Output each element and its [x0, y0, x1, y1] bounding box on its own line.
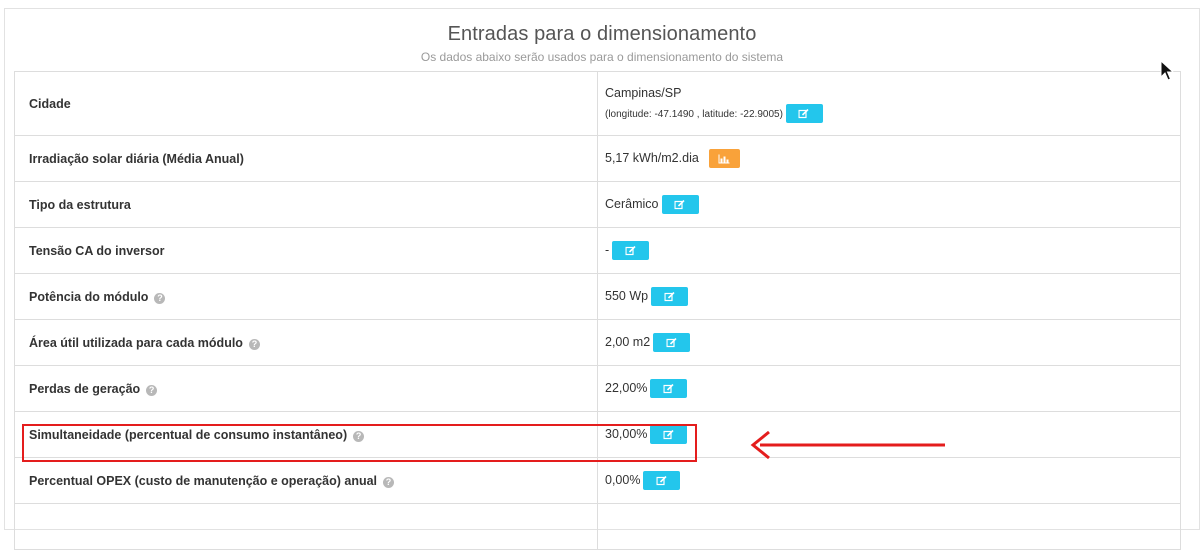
edit-icon [664, 291, 675, 301]
edit-icon [798, 108, 809, 118]
edit-icon [674, 199, 685, 209]
highlight-box [22, 424, 697, 462]
chart-icon [718, 154, 730, 163]
row-value: - [597, 227, 1181, 274]
help-icon[interactable]: ? [154, 292, 166, 304]
row-value: Cerâmico [597, 181, 1181, 228]
table-row [14, 503, 1181, 550]
edit-module-area-button[interactable] [653, 333, 691, 352]
row-value: Campinas/SP (longitude: -47.1490 , latit… [597, 71, 1181, 136]
row-value: 550 Wp [597, 273, 1181, 320]
irradiation-chart-button[interactable] [708, 149, 740, 168]
table-row: Perdas de geração? 22,00% [14, 365, 1181, 412]
row-label-text: Área útil utilizada para cada módulo [29, 335, 243, 350]
row-label: Tensão CA do inversor [14, 227, 598, 274]
row-label: Tipo da estrutura [14, 181, 598, 228]
edit-generation-losses-button[interactable] [650, 379, 688, 398]
edit-inverter-voltage-button[interactable] [612, 241, 650, 260]
mouse-cursor-icon [1160, 60, 1174, 81]
table-row: Área útil utilizada para cada módulo? 2,… [14, 319, 1181, 366]
row-label-text: Tensão CA do inversor [29, 243, 165, 258]
edit-module-power-button[interactable] [651, 287, 689, 306]
row-value [597, 503, 1181, 550]
edit-icon [656, 475, 667, 485]
row-label-text: Potência do módulo [29, 289, 149, 304]
module-power-value: 550 Wp [605, 288, 649, 303]
edit-structure-button[interactable] [661, 195, 699, 214]
row-label: Irradiação solar diária (Média Anual) [14, 135, 598, 182]
annotation-arrow-icon [750, 430, 945, 460]
row-label [14, 503, 598, 550]
inputs-table: Cidade Campinas/SP (longitude: -47.1490 … [14, 71, 1181, 550]
table-row: Irradiação solar diária (Média Anual) 5,… [14, 135, 1181, 182]
structure-value: Cerâmico [605, 196, 659, 211]
row-label-text: Cidade [29, 96, 71, 111]
table-row: Percentual OPEX (custo de manutenção e o… [14, 457, 1181, 504]
edit-icon [625, 245, 636, 255]
table-row: Tipo da estrutura Cerâmico [14, 181, 1181, 228]
inverter-voltage-value: - [605, 242, 610, 257]
row-label: Potência do módulo? [14, 273, 598, 320]
panel-title: Entradas para o dimensionamento [447, 23, 757, 45]
row-label-text: Percentual OPEX (custo de manutenção e o… [29, 473, 378, 488]
edit-city-button[interactable] [785, 104, 823, 123]
edit-icon [663, 383, 674, 393]
row-label-text: Irradiação solar diária (Média Anual) [29, 151, 244, 166]
row-value: 0,00% [597, 457, 1181, 504]
panel-heading: Entradas para o dimensionamento Os dados… [5, 23, 1199, 64]
row-label-text: Tipo da estrutura [29, 197, 131, 212]
row-value: 22,00% [597, 365, 1181, 412]
generation-losses-value: 22,00% [605, 380, 648, 395]
panel-subtitle: Os dados abaixo serão usados para o dime… [420, 50, 784, 64]
opex-value: 0,00% [605, 472, 641, 487]
row-label: Cidade [14, 71, 598, 136]
row-value: 2,00 m2 [597, 319, 1181, 366]
irradiation-value: 5,17 kWh/m2.dia [605, 150, 699, 165]
edit-icon [666, 337, 677, 347]
coordinates-text: (longitude: -47.1490 , latitude: -22.900… [605, 108, 783, 120]
module-area-value: 2,00 m2 [605, 334, 651, 349]
table-row: Potência do módulo? 550 Wp [14, 273, 1181, 320]
edit-opex-button[interactable] [643, 471, 681, 490]
help-icon[interactable]: ? [146, 384, 158, 396]
table-row: Tensão CA do inversor - [14, 227, 1181, 274]
help-icon[interactable]: ? [248, 338, 260, 350]
help-icon[interactable]: ? [383, 476, 395, 488]
row-label: Área útil utilizada para cada módulo? [14, 319, 598, 366]
row-label: Percentual OPEX (custo de manutenção e o… [14, 457, 598, 504]
row-label-text: Perdas de geração [29, 381, 141, 396]
row-value: 5,17 kWh/m2.dia [597, 135, 1181, 182]
table-row: Cidade Campinas/SP (longitude: -47.1490 … [14, 71, 1181, 136]
city-value: Campinas/SP [605, 86, 682, 100]
row-label: Perdas de geração? [14, 365, 598, 412]
